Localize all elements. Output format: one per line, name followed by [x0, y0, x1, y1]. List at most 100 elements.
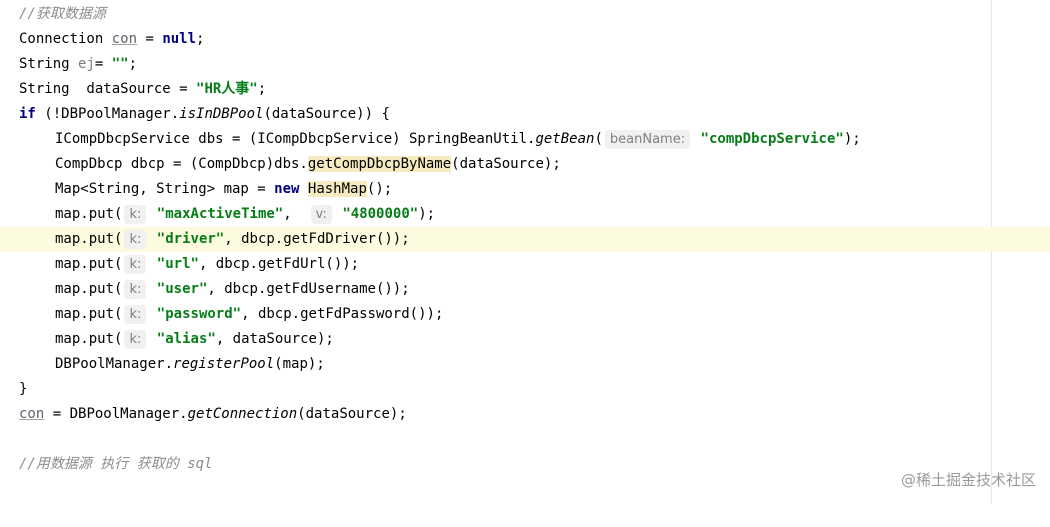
- code-text: Connection con = null;: [19, 27, 204, 52]
- code-line[interactable]: con = DBPoolManager.getConnection(dataSo…: [0, 402, 1050, 427]
- token: map.put(: [55, 331, 123, 347]
- token-keyword: if: [19, 106, 36, 122]
- token: (: [594, 131, 603, 147]
- token-string: "alias": [156, 331, 216, 347]
- token: CompDbcp dbcp = (CompDbcp)dbs.: [55, 156, 308, 172]
- comment: //用数据源 执行 获取的 sql: [19, 456, 213, 472]
- code-line[interactable]: map.put(k: "maxActiveTime", v: "4800000"…: [0, 202, 1050, 227]
- token-static-method[interactable]: getConnection: [188, 406, 298, 422]
- parameter-hint: k:: [124, 280, 147, 299]
- parameter-hint: k:: [124, 305, 147, 324]
- token: ICompDbcpService dbs = (ICompDbcpService…: [55, 131, 536, 147]
- parameter-hint: v:: [310, 205, 332, 224]
- code-line[interactable]: map.put(k: "url", dbcp.getFdUrl());: [0, 252, 1050, 277]
- token: String dataSource =: [19, 81, 197, 97]
- token: map.put(: [55, 231, 123, 247]
- token: = DBPoolManager.: [44, 406, 188, 422]
- token: }: [19, 381, 28, 397]
- token-string: "compDbcpService": [700, 131, 844, 147]
- code-line-empty[interactable]: [0, 427, 1050, 452]
- token: map.put(: [55, 306, 123, 322]
- token-string: "password": [156, 306, 242, 322]
- token-variable[interactable]: con: [112, 31, 137, 47]
- code-text: //获取数据源: [19, 2, 106, 27]
- code-text: CompDbcp dbcp = (CompDbcp)dbs.getCompDbc…: [55, 152, 561, 177]
- token-method-highlighted[interactable]: getCompDbcpByName: [307, 156, 452, 172]
- code-line[interactable]: String ej= "";: [0, 52, 1050, 77]
- token: =: [94, 56, 112, 72]
- token-static-method[interactable]: registerPool: [173, 356, 274, 372]
- token: , dbcp.getFdPassword());: [241, 306, 444, 322]
- token: (dataSource)) {: [263, 106, 390, 122]
- code-line[interactable]: CompDbcp dbcp = (CompDbcp)dbs.getCompDbc…: [0, 152, 1050, 177]
- token: map.put(: [55, 281, 123, 297]
- code-text: //用数据源 执行 获取的 sql: [19, 452, 212, 477]
- parameter-hint: k:: [124, 255, 147, 274]
- code-editor[interactable]: //获取数据源 Connection con = null; String ej…: [0, 0, 1050, 504]
- code-line[interactable]: if (!DBPoolManager.isInDBPool(dataSource…: [0, 102, 1050, 127]
- code-line[interactable]: DBPoolManager.registerPool(map);: [0, 352, 1050, 377]
- token: (!DBPoolManager.: [35, 106, 180, 122]
- code-text: String ej= "";: [19, 52, 137, 77]
- token: Map<String, String> map =: [55, 181, 275, 197]
- parameter-hint: k:: [124, 205, 147, 224]
- code-line[interactable]: map.put(k: "alias", dataSource);: [0, 327, 1050, 352]
- parameter-hint: beanName:: [604, 130, 691, 149]
- token-string: "url": [156, 256, 199, 272]
- token-class-highlighted[interactable]: HashMap: [307, 181, 367, 197]
- token: =: [137, 31, 163, 47]
- token-static-method[interactable]: getBean: [535, 131, 594, 147]
- token: Connection: [19, 31, 112, 47]
- token: (dataSource);: [451, 156, 561, 172]
- code-line[interactable]: String dataSource = "HR人事";: [0, 77, 1050, 102]
- watermark: @稀土掘金技术社区: [900, 471, 1036, 489]
- code-line[interactable]: }: [0, 377, 1050, 402]
- token-static-method[interactable]: isInDBPool: [179, 106, 263, 122]
- token: (dataSource);: [297, 406, 407, 422]
- token-string: "maxActiveTime": [156, 206, 284, 222]
- token: ;: [128, 56, 138, 72]
- token: (map);: [274, 356, 325, 372]
- code-line-current[interactable]: map.put(k: "driver", dbcp.getFdDriver())…: [0, 227, 1050, 252]
- token-string: "driver": [156, 231, 225, 247]
- code-line[interactable]: map.put(k: "password", dbcp.getFdPasswor…: [0, 302, 1050, 327]
- code-line[interactable]: //用数据源 执行 获取的 sql: [0, 452, 1050, 477]
- token-string: "": [111, 56, 129, 72]
- code-line[interactable]: Connection con = null;: [0, 27, 1050, 52]
- code-text: DBPoolManager.registerPool(map);: [55, 352, 325, 377]
- token: ;: [196, 31, 205, 47]
- code-line[interactable]: Map<String, String> map = new HashMap();: [0, 177, 1050, 202]
- code-line[interactable]: //获取数据源: [0, 2, 1050, 27]
- token: ,: [283, 206, 309, 222]
- code-line[interactable]: ICompDbcpService dbs = (ICompDbcpService…: [0, 127, 1050, 152]
- token-string: "HR人事": [196, 81, 258, 97]
- token: String: [19, 56, 79, 72]
- token: , dbcp.getFdDriver());: [224, 231, 410, 247]
- code-text: map.put(k: "maxActiveTime", v: "4800000"…: [55, 202, 435, 227]
- code-text: map.put(k: "password", dbcp.getFdPasswor…: [55, 302, 443, 327]
- parameter-hint: k:: [124, 230, 147, 249]
- token-unused-variable[interactable]: ej: [78, 56, 95, 72]
- comment: //获取数据源: [19, 6, 106, 22]
- token-string: "user": [156, 281, 208, 297]
- token: );: [843, 131, 861, 147]
- token-keyword: new: [274, 181, 300, 197]
- token: );: [418, 206, 436, 222]
- token: , dataSource);: [215, 331, 334, 347]
- token: , dbcp.getFdUsername());: [207, 281, 410, 297]
- code-text: map.put(k: "user", dbcp.getFdUsername())…: [55, 277, 410, 302]
- code-text: map.put(k: "url", dbcp.getFdUrl());: [55, 252, 359, 277]
- code-text: ICompDbcpService dbs = (ICompDbcpService…: [55, 127, 861, 152]
- code-text: Map<String, String> map = new HashMap();: [55, 177, 392, 202]
- code-text: map.put(k: "driver", dbcp.getFdDriver())…: [55, 227, 410, 252]
- token-variable[interactable]: con: [19, 406, 44, 422]
- code-line[interactable]: map.put(k: "user", dbcp.getFdUsername())…: [0, 277, 1050, 302]
- token-string: "4800000": [342, 206, 419, 222]
- code-text: map.put(k: "alias", dataSource);: [55, 327, 334, 352]
